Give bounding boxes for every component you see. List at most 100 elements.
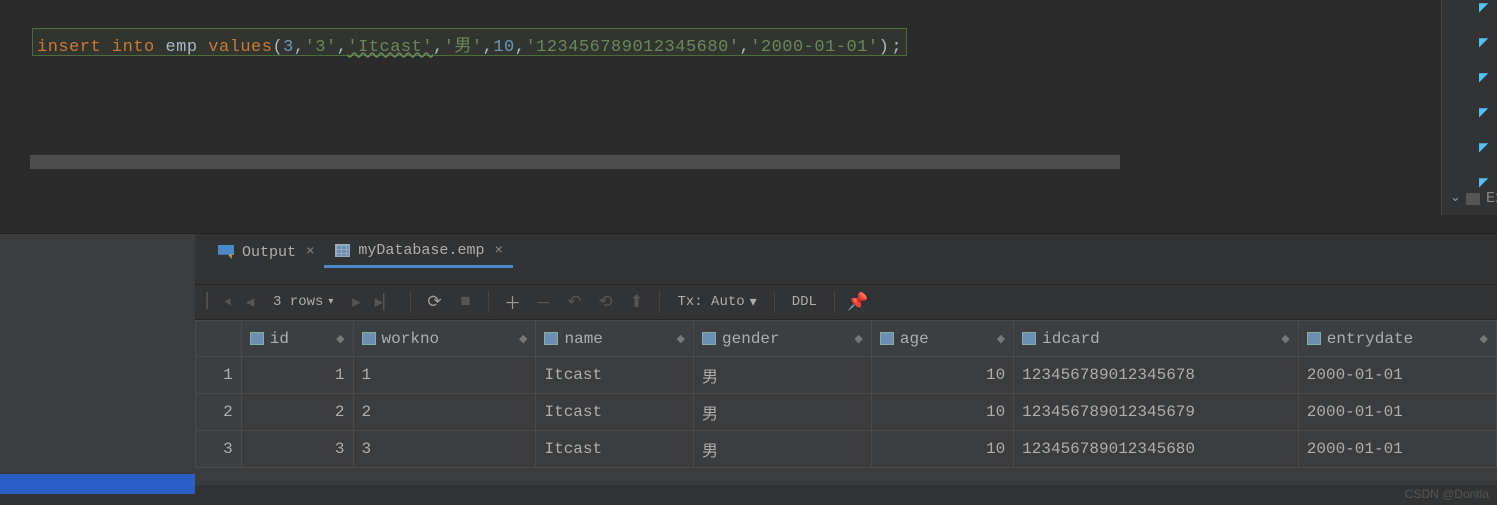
rows-count-label[interactable]: 3 rows ▾ (273, 294, 333, 310)
cell-gender[interactable]: 男 (694, 394, 872, 431)
col-id-header[interactable]: id◆ (241, 321, 353, 357)
sql-editor[interactable]: insert into emp values(3,'3','Itcast','男… (0, 0, 1442, 205)
separator (774, 291, 775, 313)
output-icon (218, 244, 234, 260)
close-paren: ) (879, 38, 890, 57)
val-2: '3' (305, 38, 337, 57)
cell-age[interactable]: 10 (871, 357, 1013, 394)
tab-output[interactable]: Output × (208, 238, 324, 267)
cell-entrydate[interactable]: 2000-01-01 (1298, 357, 1496, 394)
add-row-button[interactable]: ＋ (498, 288, 526, 316)
prev-page-button[interactable]: ◂ (236, 288, 264, 316)
folder-icon[interactable] (1466, 193, 1480, 205)
cell-id[interactable]: 3 (241, 431, 353, 468)
tx-mode-label: Tx: Auto (677, 294, 744, 310)
separator (659, 291, 660, 313)
col-idcard-label: idcard (1042, 330, 1100, 348)
tab-table-label: myDatabase.emp (358, 242, 484, 259)
panel-left-strip (0, 234, 195, 494)
separator (410, 291, 411, 313)
remove-row-button[interactable]: － (529, 288, 557, 316)
col-age-header[interactable]: age◆ (871, 321, 1013, 357)
submit-button[interactable]: ⬆ (622, 288, 650, 316)
column-icon (702, 332, 716, 345)
cell-workno[interactable]: 1 (353, 357, 536, 394)
first-page-button[interactable]: ⎸◂ (205, 288, 233, 316)
sort-icon[interactable]: ◆ (336, 332, 344, 346)
cell-idcard[interactable]: 123456789012345679 (1014, 394, 1299, 431)
cell-id[interactable]: 2 (241, 394, 353, 431)
column-icon (544, 332, 558, 345)
cell-gender[interactable]: 男 (694, 357, 872, 394)
col-idcard-header[interactable]: idcard ◆ (1014, 321, 1299, 357)
cell-idcard[interactable]: 123456789012345680 (1014, 431, 1299, 468)
marker-icon: ◤ (1479, 140, 1495, 152)
panel-tabs: Output × myDatabase.emp × (208, 234, 513, 270)
col-workno-label: workno (382, 330, 440, 348)
revert-button[interactable]: ↶ (560, 288, 588, 316)
tx-mode-selector[interactable]: Tx: Auto ▾ (669, 294, 764, 311)
marker-icon: ◤ (1479, 70, 1495, 82)
sql-statement[interactable]: insert into emp values(3,'3','Itcast','男… (32, 28, 907, 56)
tab-output-label: Output (242, 244, 296, 261)
sort-icon[interactable]: ◆ (997, 332, 1005, 346)
close-icon[interactable]: × (494, 243, 502, 259)
column-icon (1307, 332, 1321, 345)
col-name-header[interactable]: name◆ (536, 321, 694, 357)
results-toolbar: ⎸◂ ◂ 3 rows ▾ ▸ ▸⎸ ⟳ ■ ＋ － ↶ ⟲ ⬆ Tx: Aut… (195, 284, 1497, 320)
commit-button[interactable]: ⟲ (591, 288, 619, 316)
cell-name[interactable]: Itcast (536, 431, 694, 468)
cell-age[interactable]: 10 (871, 394, 1013, 431)
rownum-header[interactable] (196, 321, 242, 357)
cell-age[interactable]: 10 (871, 431, 1013, 468)
sort-icon[interactable]: ◆ (1480, 332, 1488, 346)
val-5: 10 (493, 38, 514, 57)
col-entrydate-header[interactable]: entrydate◆ (1298, 321, 1496, 357)
cell-entrydate[interactable]: 2000-01-01 (1298, 431, 1496, 468)
val-4: '男' (444, 38, 483, 57)
table-row[interactable]: 1 1 1 Itcast 男 10 123456789012345678 200… (196, 357, 1497, 394)
results-grid[interactable]: id◆ workno ◆ name◆ gender◆ age◆ (195, 320, 1497, 485)
cell-workno[interactable]: 2 (353, 394, 536, 431)
column-icon (250, 332, 264, 345)
cell-idcard[interactable]: 123456789012345678 (1014, 357, 1299, 394)
pin-button[interactable]: 📌 (844, 288, 872, 316)
last-page-button[interactable]: ▸⎸ (373, 288, 401, 316)
table-row[interactable]: 2 2 2 Itcast 男 10 123456789012345679 200… (196, 394, 1497, 431)
ddl-button[interactable]: DDL (784, 294, 825, 310)
editor-horizontal-scrollbar[interactable] (30, 155, 1120, 169)
tab-table[interactable]: myDatabase.emp × (324, 236, 512, 268)
sort-icon[interactable]: ◆ (677, 332, 685, 346)
row-number: 2 (196, 394, 242, 431)
results-table: id◆ workno ◆ name◆ gender◆ age◆ (195, 320, 1497, 468)
cell-name[interactable]: Itcast (536, 394, 694, 431)
semicolon: ; (889, 38, 902, 57)
cell-gender[interactable]: 男 (694, 431, 872, 468)
keyword-values: values (208, 38, 272, 57)
scrollbar-thumb[interactable] (30, 155, 1120, 169)
col-workno-header[interactable]: workno ◆ (353, 321, 536, 357)
chevron-down-icon: ▾ (328, 296, 333, 308)
row-number: 1 (196, 357, 242, 394)
sort-icon[interactable]: ◆ (854, 332, 862, 346)
chevron-down-icon[interactable]: ⌄ (1450, 190, 1461, 205)
separator (834, 291, 835, 313)
table-row[interactable]: 3 3 3 Itcast 男 10 123456789012345680 200… (196, 431, 1497, 468)
sort-icon[interactable]: ◆ (519, 332, 527, 346)
close-icon[interactable]: × (306, 244, 314, 260)
cell-entrydate[interactable]: 2000-01-01 (1298, 394, 1496, 431)
next-page-button[interactable]: ▸ (342, 288, 370, 316)
table-name: emp (165, 38, 197, 57)
keyword-into: into (112, 38, 155, 57)
watermark: CSDN @Dontla (1405, 487, 1489, 501)
cell-id[interactable]: 1 (241, 357, 353, 394)
marker-icon: ◤ (1479, 0, 1495, 12)
header-row: id◆ workno ◆ name◆ gender◆ age◆ (196, 321, 1497, 357)
refresh-button[interactable]: ⟳ (420, 288, 448, 316)
cell-workno[interactable]: 3 (353, 431, 536, 468)
sort-icon[interactable]: ◆ (1281, 332, 1289, 346)
stop-button[interactable]: ■ (451, 288, 479, 316)
cell-name[interactable]: Itcast (536, 357, 694, 394)
col-gender-header[interactable]: gender◆ (694, 321, 872, 357)
val-1: 3 (283, 38, 294, 57)
